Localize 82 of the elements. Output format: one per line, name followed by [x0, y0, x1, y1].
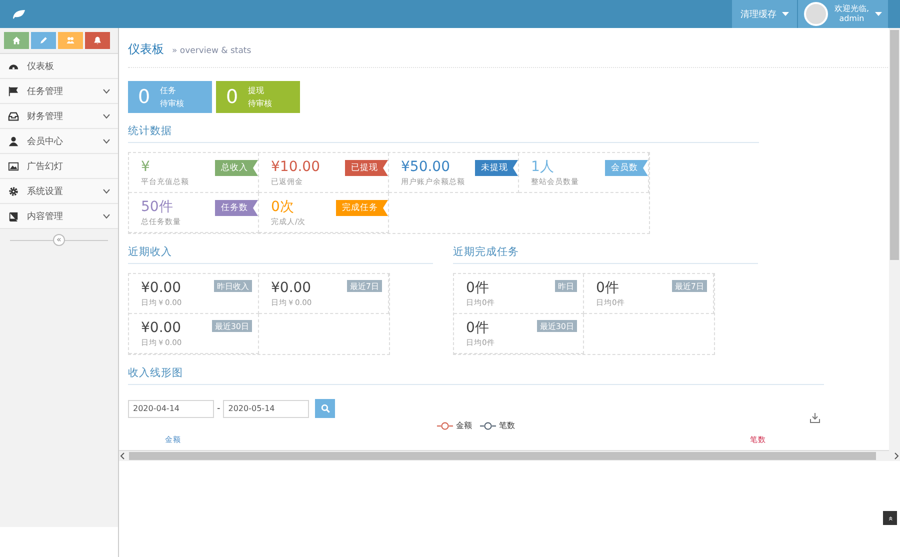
stat-value: 0件: [596, 280, 620, 296]
chevron-icon: [103, 138, 110, 144]
info-subtitle: 待审核: [248, 98, 272, 110]
stat-value: 0次: [271, 199, 295, 215]
info-value: 0: [138, 86, 150, 108]
period-badge: 昨日收入: [214, 280, 252, 292]
period-badge: 最近30日: [212, 320, 252, 332]
chevron-icon: [103, 214, 110, 218]
shortcut-button[interactable]: [85, 32, 110, 49]
stat-badge: 完成任务: [336, 200, 388, 216]
stat-value: ¥0.00: [271, 280, 312, 296]
stat-value: ¥0.00: [141, 320, 182, 336]
horizontal-scrollbar[interactable]: [119, 450, 900, 461]
sidebar-item[interactable]: 财务管理: [0, 104, 118, 129]
caret-icon: [875, 12, 882, 16]
info-title: 任务: [160, 85, 178, 97]
inbox-icon: [8, 110, 19, 122]
section-title: 收入线形图: [128, 366, 824, 385]
sidebar-item[interactable]: 内容管理: [0, 204, 118, 229]
stat-value: ¥0.00: [141, 280, 182, 296]
chevron-icon: [103, 114, 110, 118]
avatar: [804, 2, 828, 26]
chevron-icon: [103, 188, 110, 194]
date-separator: -: [217, 404, 220, 414]
collapse-button[interactable]: «: [53, 234, 65, 246]
sidebar-item[interactable]: 系统设置: [0, 179, 118, 204]
info-title: 提现: [248, 85, 266, 97]
home-icon: [12, 36, 21, 45]
date-to-field[interactable]: 2020-05-14: [223, 400, 310, 418]
page-title: 仪表板: [128, 41, 164, 58]
info-subtitle: 待审核: [160, 98, 184, 110]
bell-icon: [93, 36, 102, 45]
back-to-top-button[interactable]: »: [883, 511, 897, 525]
user-name: admin: [838, 14, 866, 24]
download-icon[interactable]: [810, 413, 820, 423]
stat-badge: 已提现: [345, 160, 388, 176]
stat-badge: 任务数: [215, 200, 258, 216]
shortcut-button[interactable]: [4, 32, 29, 49]
vertical-scrollbar[interactable]: [889, 28, 900, 452]
stat-value: 0件: [466, 320, 490, 336]
sidebar-item[interactable]: 广告幻灯: [0, 154, 118, 179]
leaf-icon[interactable]: [12, 9, 26, 19]
scroll-right-icon[interactable]: [892, 452, 900, 460]
shortcut-button[interactable]: [58, 32, 83, 49]
legend-item[interactable]: 笔数: [480, 420, 515, 431]
stat-badge: 会员数: [605, 160, 648, 176]
flag-icon: [8, 86, 19, 96]
user-icon: [8, 136, 19, 146]
greeting: 欢迎光临,: [834, 4, 869, 14]
period-badge: 最近30日: [536, 320, 577, 332]
stat-value: 0件: [466, 280, 490, 296]
stat-value: ¥10.00: [271, 159, 320, 175]
section-title: 统计数据: [128, 124, 759, 143]
gear-icon: [8, 186, 19, 196]
section-title: 近期完成任务: [453, 245, 758, 264]
page-subtitle: » overview & stats: [172, 46, 252, 56]
legend-item[interactable]: 金额: [437, 420, 472, 431]
chevron-icon: [103, 88, 110, 94]
date-from-field[interactable]: 2020-04-14: [128, 400, 214, 418]
search-button[interactable]: [315, 399, 336, 418]
stat-value: 1人: [531, 159, 555, 175]
section-title: 近期收入: [128, 245, 433, 264]
caret-icon: [782, 12, 790, 16]
stat-value: 50件: [141, 199, 174, 215]
shortcut-button[interactable]: [31, 32, 56, 49]
stat-value: ¥: [141, 159, 151, 175]
pencil-icon: [39, 36, 48, 45]
search-icon: [320, 404, 330, 413]
stat-badge: 总收入: [215, 160, 258, 176]
users-icon: [66, 36, 75, 45]
stat-value: ¥50.00: [401, 159, 451, 175]
period-badge: 昨日: [555, 280, 577, 292]
period-badge: 最近7日: [346, 280, 382, 292]
picture-icon: [8, 160, 19, 172]
info-value: 0: [226, 86, 238, 108]
sidebar-item[interactable]: 会员中心: [0, 129, 118, 154]
sidebar-item[interactable]: 仪表板: [0, 54, 118, 79]
scroll-left-icon[interactable]: [119, 452, 127, 460]
stat-badge: 未提现: [475, 160, 518, 176]
book-icon: [8, 210, 19, 222]
period-badge: 最近7日: [672, 280, 707, 292]
sidebar-item[interactable]: 任务管理: [0, 79, 118, 104]
